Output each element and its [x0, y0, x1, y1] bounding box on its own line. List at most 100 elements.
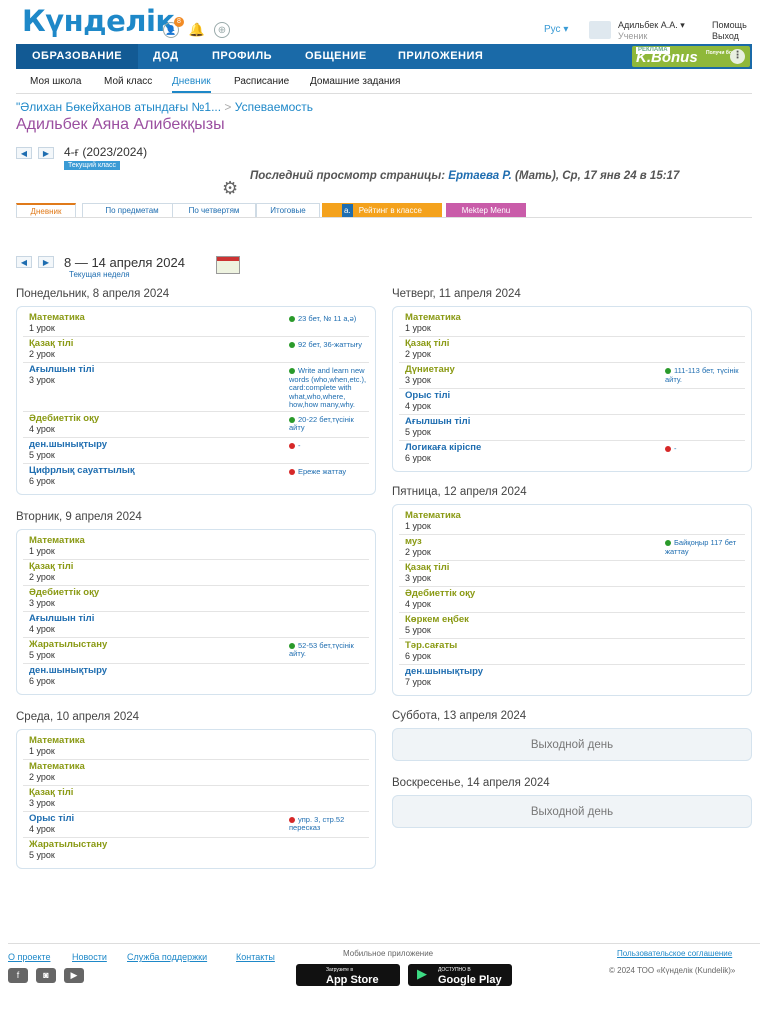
lesson-subject[interactable]: Математика — [405, 511, 665, 521]
lesson-subject[interactable]: муз — [405, 537, 665, 547]
user-menu[interactable]: Адильбек А.А. ▾ Ученик — [618, 20, 685, 42]
lesson-subject[interactable]: Тәр.сағаты — [405, 641, 665, 651]
nav-profile[interactable]: ПРОФИЛЬ — [196, 44, 288, 69]
lesson-subject[interactable]: Математика — [29, 735, 289, 746]
homework-cell[interactable] — [665, 667, 745, 690]
homework-cell[interactable]: Ереже жаттау — [289, 466, 369, 489]
prev-week-arrow[interactable]: ◀ — [16, 256, 32, 268]
instagram-icon[interactable]: ◙ — [36, 968, 56, 983]
tab-by-subject[interactable]: По предметам — [82, 203, 182, 217]
logout-link[interactable]: Выход — [712, 31, 739, 41]
language-selector[interactable]: Рус ▾ — [544, 24, 568, 35]
homework-cell[interactable]: 20-22 бет,түсінік айту — [289, 414, 369, 436]
lesson-subject[interactable]: Қазақ тілі — [405, 339, 665, 349]
lesson-subject[interactable]: Әдебиеттік оқу — [29, 413, 289, 424]
youtube-icon[interactable]: ▶ — [64, 968, 84, 983]
lesson-subject[interactable]: Қазақ тілі — [29, 787, 289, 798]
tab-mektep-menu[interactable]: Mektep Menu — [446, 203, 526, 217]
homework-cell[interactable]: Write and learn new words (who,when,etc.… — [289, 365, 369, 410]
nav-communication[interactable]: ОБЩЕНИЕ — [289, 44, 383, 69]
google-play-button[interactable]: ▶ ДОСТУПНО В Google Play — [408, 964, 512, 986]
homework-cell[interactable]: 52-53 бет,түсінік айту. — [289, 640, 369, 662]
homework-cell[interactable] — [665, 511, 745, 533]
homework-cell[interactable] — [665, 313, 745, 335]
lesson-subject[interactable]: Орыс тілі — [405, 391, 665, 401]
tab-diary[interactable]: Дневник — [16, 203, 76, 217]
lesson-subject[interactable]: Әдебиеттік оқу — [29, 587, 289, 598]
globe-icon[interactable]: ⊕ — [214, 22, 230, 38]
lesson-subject[interactable]: Математика — [29, 761, 289, 772]
more-icon[interactable]: ⋮ — [730, 49, 745, 64]
lesson-subject[interactable]: Ағылшын тілі — [29, 613, 289, 624]
homework-cell[interactable] — [665, 417, 745, 439]
help-link[interactable]: Помощь — [712, 20, 747, 30]
homework-cell[interactable] — [289, 614, 369, 636]
lesson-subject[interactable]: Қазақ тілі — [29, 339, 289, 349]
homework-cell[interactable] — [289, 588, 369, 610]
lesson-subject[interactable]: Ағылшын тілі — [405, 417, 665, 427]
next-week-arrow[interactable]: ▶ — [38, 256, 54, 268]
next-year-arrow[interactable]: ▶ — [38, 147, 54, 159]
homework-cell[interactable] — [289, 562, 369, 584]
lesson-subject[interactable]: Математика — [405, 313, 665, 323]
subnav-my-school[interactable]: Моя школа — [30, 76, 81, 87]
lesson-subject[interactable]: Көркем еңбек — [405, 615, 665, 625]
subnav-my-class[interactable]: Мой класс — [104, 76, 152, 87]
lesson-subject[interactable]: ден.шынықтыру — [29, 665, 289, 676]
subnav-diary[interactable]: Дневник — [172, 76, 211, 93]
homework-cell[interactable] — [289, 840, 369, 863]
homework-cell[interactable]: 23 бет, № 11 а,ә) — [289, 313, 369, 335]
homework-cell[interactable]: упр. 3, стр.52 пересказ — [289, 814, 369, 836]
nav-apps[interactable]: ПРИЛОЖЕНИЯ — [382, 44, 499, 69]
nav-education[interactable]: ОБРАЗОВАНИЕ — [16, 44, 139, 69]
homework-cell[interactable] — [289, 762, 369, 784]
settings-gear-icon[interactable]: ⚙ — [222, 178, 238, 199]
lesson-subject[interactable]: Орыс тілі — [29, 813, 289, 824]
lesson-subject[interactable]: ден.шынықтыру — [29, 439, 289, 450]
contacts-icon[interactable]: 👤 8 — [163, 17, 184, 38]
last-view-name[interactable]: Ертаева Р. — [448, 170, 512, 182]
lesson-subject[interactable]: Цифрлық сауаттылық — [29, 465, 289, 476]
lesson-subject[interactable]: Математика — [29, 313, 289, 323]
tab-by-quarter[interactable]: По четвертям — [172, 203, 256, 217]
homework-cell[interactable] — [665, 339, 745, 361]
lesson-subject[interactable]: Ағылшын тілі — [29, 365, 289, 375]
homework-cell[interactable]: 92 бет, 36-жаттығу — [289, 339, 369, 361]
lesson-subject[interactable]: Дүниетану — [405, 365, 665, 375]
breadcrumb-section[interactable]: Успеваемость — [235, 100, 313, 114]
kbonus-ad[interactable]: РЕКЛАМА K.Bonus Получи бон... ⋮ — [632, 46, 750, 67]
terms-link[interactable]: Пользовательское соглашение — [617, 949, 732, 958]
avatar[interactable] — [589, 21, 611, 39]
homework-cell[interactable] — [665, 391, 745, 413]
bell-icon[interactable]: 🔔 — [189, 22, 205, 38]
lesson-subject[interactable]: Математика — [29, 535, 289, 546]
lesson-subject[interactable]: Қазақ тілі — [405, 563, 665, 573]
subnav-schedule[interactable]: Расписание — [234, 76, 289, 87]
tab-rating[interactable]: a. Рейтинг в классе — [322, 203, 442, 217]
calendar-icon[interactable] — [216, 256, 240, 274]
lesson-subject[interactable]: Қазақ тілі — [29, 561, 289, 572]
nav-dod[interactable]: ДОД — [137, 44, 195, 69]
kundelik-logo[interactable]: Күнделік — [22, 4, 175, 38]
homework-cell[interactable] — [665, 589, 745, 611]
homework-cell[interactable]: - — [289, 440, 369, 462]
facebook-icon[interactable]: f — [8, 968, 28, 983]
lesson-subject[interactable]: Логикаға кіріспе — [405, 443, 665, 453]
homework-cell[interactable] — [665, 563, 745, 585]
footer-news[interactable]: Новости — [72, 952, 107, 962]
prev-year-arrow[interactable]: ◀ — [16, 147, 32, 159]
homework-cell[interactable] — [665, 641, 745, 663]
homework-cell[interactable]: Байқоңыр 117 бет жаттау — [665, 537, 745, 559]
footer-about[interactable]: О проекте — [8, 952, 50, 962]
lesson-subject[interactable]: Әдебиеттік оқу — [405, 589, 665, 599]
subnav-homework[interactable]: Домашние задания — [310, 76, 400, 87]
lesson-subject[interactable]: ден.шынықтыру — [405, 667, 665, 677]
lesson-subject[interactable]: Жаратылыстану — [29, 639, 289, 650]
footer-support[interactable]: Служба поддержки — [127, 952, 207, 962]
current-week-link[interactable]: Текущая неделя — [69, 270, 130, 279]
homework-cell[interactable] — [289, 536, 369, 558]
breadcrumb-school[interactable]: "Әлихан Бөкейханов атындағы №1... — [16, 100, 221, 114]
footer-contacts[interactable]: Контакты — [236, 952, 275, 962]
homework-cell[interactable] — [289, 788, 369, 810]
tab-final[interactable]: Итоговые — [256, 203, 320, 217]
